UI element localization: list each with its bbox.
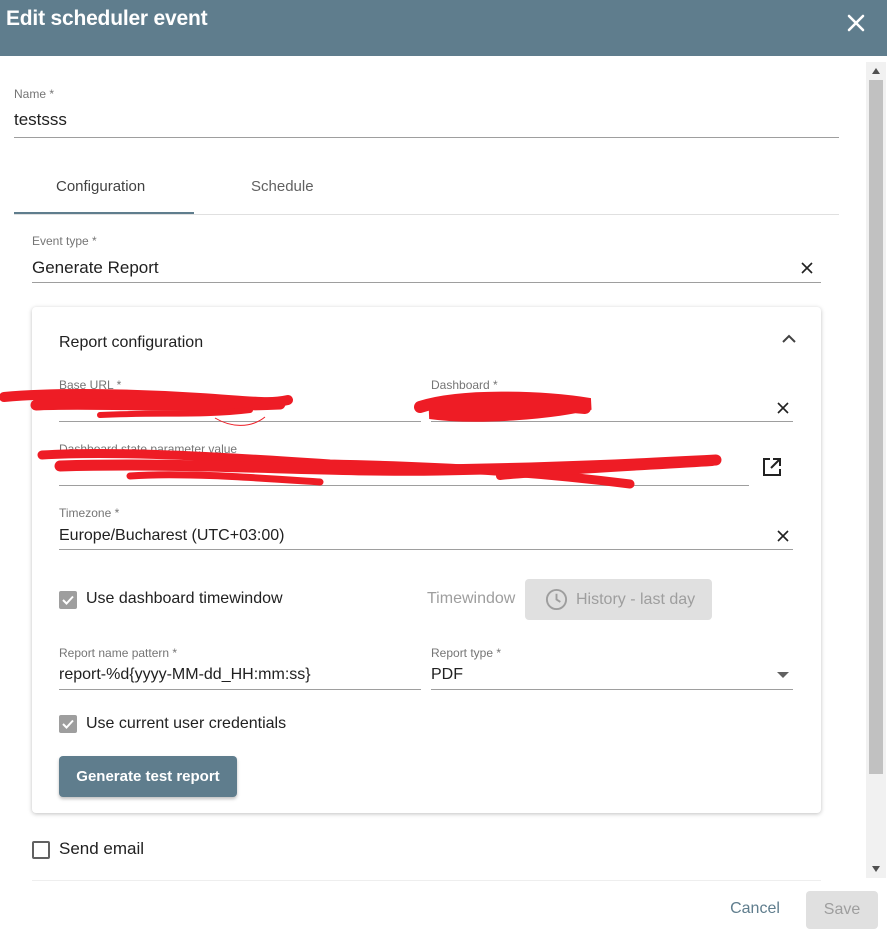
cancel-button[interactable]: Cancel [718, 890, 792, 928]
event-type-label: Event type * [32, 234, 97, 248]
section-divider [32, 880, 821, 881]
event-type-underline [32, 282, 821, 283]
close-icon[interactable] [843, 10, 869, 36]
report-configuration-title: Report configuration [59, 334, 204, 351]
chevron-up-icon[interactable] [781, 333, 797, 345]
timewindow-label: Timewindow [427, 590, 516, 607]
active-tab-indicator [14, 212, 194, 214]
timezone-select[interactable]: Europe/Bucharest (UTC+03:00) [59, 527, 284, 545]
clock-icon [545, 588, 568, 611]
tab-schedule[interactable]: Schedule [251, 178, 314, 195]
send-email-checkbox[interactable] [32, 841, 50, 859]
report-name-pattern-underline [59, 689, 421, 690]
event-type-select[interactable]: Generate Report [32, 258, 159, 278]
send-email-label: Send email [59, 839, 145, 858]
use-dashboard-timewindow-label: Use dashboard timewindow [86, 590, 283, 607]
use-dashboard-timewindow-checkbox[interactable] [59, 591, 77, 609]
name-underline [14, 137, 839, 138]
report-type-label: Report type * [431, 646, 502, 660]
dialog-titlebar: Edit scheduler event [0, 0, 887, 56]
scrollbar-thumb[interactable] [869, 80, 883, 774]
tab-configuration[interactable]: Configuration [56, 178, 145, 195]
dialog-scrollbar[interactable] [866, 62, 886, 878]
report-type-underline [431, 689, 793, 690]
timezone-label: Timezone * [59, 506, 120, 520]
report-name-pattern-label: Report name pattern * [59, 646, 178, 660]
tabs-divider [14, 214, 839, 215]
name-label: Name * [14, 87, 55, 101]
dropdown-arrow-icon[interactable] [777, 672, 789, 678]
scroll-down-arrow-icon[interactable] [872, 866, 880, 872]
clear-icon[interactable] [776, 529, 790, 543]
timewindow-button-label: History - last day [576, 591, 696, 608]
dialog-title: Edit scheduler event [6, 7, 208, 30]
redaction-scribble [0, 389, 722, 489]
clear-icon[interactable] [800, 261, 814, 275]
timewindow-button[interactable]: History - last day [525, 579, 712, 620]
scroll-up-arrow-icon[interactable] [872, 68, 880, 74]
use-current-user-credentials-label: Use current user credentials [86, 715, 287, 732]
timezone-underline [59, 549, 793, 550]
report-type-select[interactable]: PDF [431, 666, 463, 684]
save-button[interactable]: Save [806, 891, 878, 929]
generate-test-report-button[interactable]: Generate test report [59, 756, 237, 797]
report-name-pattern-input[interactable]: report-%d{yyyy-MM-dd_HH:mm:ss} [59, 666, 311, 684]
use-current-user-credentials-checkbox[interactable] [59, 715, 77, 733]
name-input[interactable]: testsss [14, 110, 67, 130]
